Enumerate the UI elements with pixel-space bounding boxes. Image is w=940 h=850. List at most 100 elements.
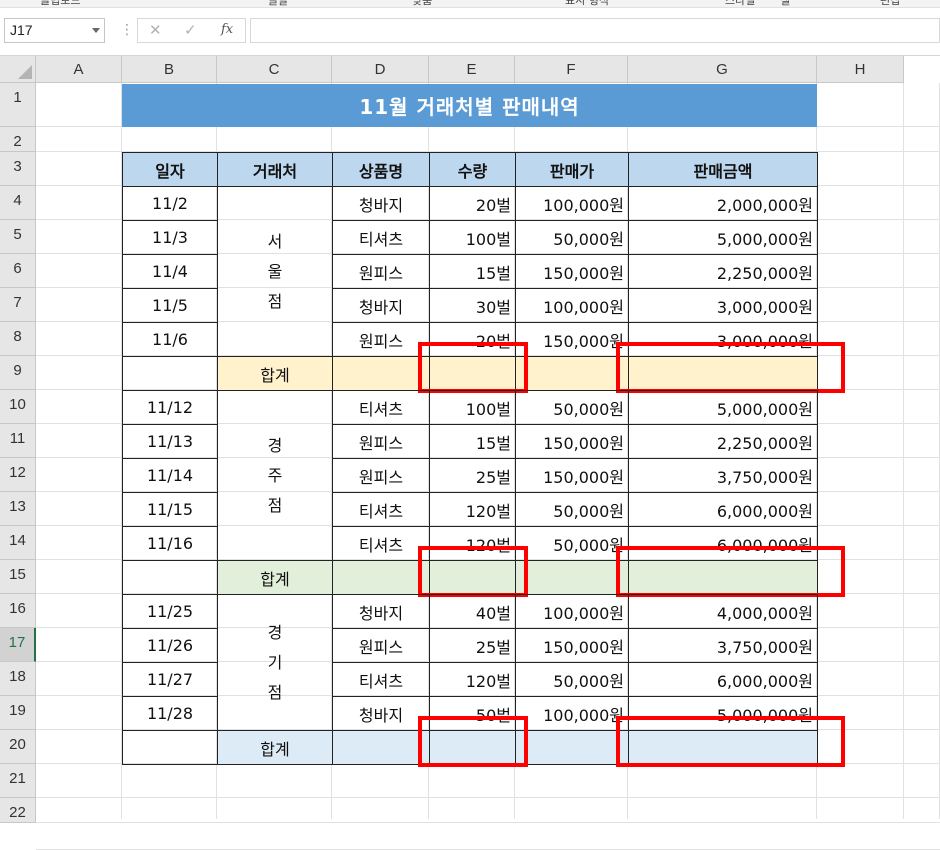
subtotal-cell[interactable] xyxy=(515,356,629,391)
product-cell[interactable]: 티셔츠 xyxy=(332,662,430,697)
price-cell[interactable]: 100,000원 xyxy=(515,696,629,731)
product-cell[interactable]: 청바지 xyxy=(332,594,430,629)
store-cell[interactable]: 서울점 xyxy=(217,186,333,357)
date-cell[interactable]: 11/6 xyxy=(122,322,218,357)
product-cell[interactable]: 원피스 xyxy=(332,458,430,493)
row-header-9[interactable]: 9 xyxy=(0,356,36,390)
table-header-5[interactable]: 판매금액 xyxy=(628,152,818,187)
table-header-3[interactable]: 수량 xyxy=(429,152,516,187)
row-header-7[interactable]: 7 xyxy=(0,288,36,322)
date-cell[interactable]: 11/12 xyxy=(122,390,218,425)
product-cell[interactable]: 청바지 xyxy=(332,288,430,323)
product-cell[interactable]: 원피스 xyxy=(332,424,430,459)
date-cell[interactable]: 11/3 xyxy=(122,220,218,255)
price-cell[interactable]: 150,000원 xyxy=(515,424,629,459)
table-header-4[interactable]: 판매가 xyxy=(515,152,629,187)
date-cell[interactable]: 11/28 xyxy=(122,696,218,731)
subtotal-empty-cell[interactable] xyxy=(122,560,218,595)
price-cell[interactable]: 150,000원 xyxy=(515,254,629,289)
column-header-d[interactable]: D xyxy=(332,56,429,83)
price-cell[interactable]: 150,000원 xyxy=(515,628,629,663)
date-cell[interactable]: 11/26 xyxy=(122,628,218,663)
quantity-cell[interactable]: 30벌 xyxy=(429,288,516,323)
column-header-a[interactable]: A xyxy=(36,56,122,83)
row-header-17[interactable]: 17 xyxy=(0,628,36,662)
product-cell[interactable]: 티셔츠 xyxy=(332,220,430,255)
subtotal-cell[interactable] xyxy=(332,730,430,765)
row-header-4[interactable]: 4 xyxy=(0,186,36,220)
date-cell[interactable]: 11/27 xyxy=(122,662,218,697)
table-header-0[interactable]: 일자 xyxy=(122,152,218,187)
spreadsheet-grid[interactable]: A B C D E F G H 1 2 3 4 5 6 7 8 9 10 11 12 13 14 15 16 17 18 19 20 2… xyxy=(0,56,940,850)
date-cell[interactable]: 11/14 xyxy=(122,458,218,493)
product-cell[interactable]: 원피스 xyxy=(332,628,430,663)
row-header-1[interactable]: 1 xyxy=(0,83,36,127)
column-header-g[interactable]: G xyxy=(628,56,817,83)
amount-cell[interactable]: 3,750,000원 xyxy=(628,458,818,493)
enter-icon[interactable]: ✓ xyxy=(184,21,197,39)
quantity-cell[interactable]: 25벌 xyxy=(429,628,516,663)
date-cell[interactable]: 11/4 xyxy=(122,254,218,289)
quantity-cell[interactable]: 25벌 xyxy=(429,458,516,493)
store-cell[interactable]: 경주점 xyxy=(217,390,333,561)
row-header-12[interactable]: 12 xyxy=(0,458,36,492)
price-cell[interactable]: 150,000원 xyxy=(515,458,629,493)
date-cell[interactable]: 11/25 xyxy=(122,594,218,629)
amount-cell[interactable]: 5,000,000원 xyxy=(628,390,818,425)
subtotal-label-cell[interactable]: 합계 xyxy=(217,560,333,595)
row-header-13[interactable]: 13 xyxy=(0,492,36,526)
row-header-20[interactable]: 20 xyxy=(0,730,36,764)
row-header-21[interactable]: 21 xyxy=(0,764,36,798)
column-header-h[interactable]: H xyxy=(817,56,904,83)
row-header-8[interactable]: 8 xyxy=(0,322,36,356)
price-cell[interactable]: 50,000원 xyxy=(515,662,629,697)
product-cell[interactable]: 청바지 xyxy=(332,696,430,731)
price-cell[interactable]: 50,000원 xyxy=(515,492,629,527)
row-header-2[interactable]: 2 xyxy=(0,127,36,152)
formula-input[interactable] xyxy=(250,18,940,43)
amount-cell[interactable]: 6,000,000원 xyxy=(628,492,818,527)
amount-cell[interactable]: 4,000,000원 xyxy=(628,594,818,629)
quantity-cell[interactable]: 120벌 xyxy=(429,662,516,697)
product-cell[interactable]: 원피스 xyxy=(332,254,430,289)
name-box[interactable]: J17 xyxy=(4,18,105,43)
column-header-f[interactable]: F xyxy=(515,56,628,83)
subtotal-label-cell[interactable]: 합계 xyxy=(217,730,333,765)
date-cell[interactable]: 11/16 xyxy=(122,526,218,561)
row-header-6[interactable]: 6 xyxy=(0,254,36,288)
amount-cell[interactable]: 2,250,000원 xyxy=(628,424,818,459)
column-header-c[interactable]: C xyxy=(217,56,332,83)
cancel-icon[interactable]: ✕ xyxy=(149,21,162,39)
date-cell[interactable]: 11/5 xyxy=(122,288,218,323)
row-header-11[interactable]: 11 xyxy=(0,424,36,458)
subtotal-cell[interactable] xyxy=(332,356,430,391)
product-cell[interactable]: 청바지 xyxy=(332,186,430,221)
row-header-10[interactable]: 10 xyxy=(0,390,36,424)
price-cell[interactable]: 50,000원 xyxy=(515,390,629,425)
table-header-1[interactable]: 거래처 xyxy=(217,152,333,187)
subtotal-cell[interactable] xyxy=(332,560,430,595)
date-cell[interactable]: 11/2 xyxy=(122,186,218,221)
price-cell[interactable]: 100,000원 xyxy=(515,288,629,323)
product-cell[interactable]: 원피스 xyxy=(332,322,430,357)
date-cell[interactable]: 11/13 xyxy=(122,424,218,459)
price-cell[interactable]: 100,000원 xyxy=(515,594,629,629)
price-cell[interactable]: 150,000원 xyxy=(515,322,629,357)
quantity-cell[interactable]: 15벌 xyxy=(429,424,516,459)
row-header-5[interactable]: 5 xyxy=(0,220,36,254)
product-cell[interactable]: 티셔츠 xyxy=(332,390,430,425)
quantity-cell[interactable]: 120벌 xyxy=(429,492,516,527)
price-cell[interactable]: 50,000원 xyxy=(515,526,629,561)
amount-cell[interactable]: 3,750,000원 xyxy=(628,628,818,663)
date-cell[interactable]: 11/15 xyxy=(122,492,218,527)
drag-handle-icon[interactable]: ⋮ xyxy=(120,22,134,38)
quantity-cell[interactable]: 40벌 xyxy=(429,594,516,629)
chevron-down-icon[interactable] xyxy=(92,28,100,33)
quantity-cell[interactable]: 100벌 xyxy=(429,220,516,255)
row-header-19[interactable]: 19 xyxy=(0,696,36,730)
subtotal-cell[interactable] xyxy=(515,730,629,765)
price-cell[interactable]: 100,000원 xyxy=(515,186,629,221)
quantity-cell[interactable]: 20벌 xyxy=(429,186,516,221)
column-header-e[interactable]: E xyxy=(429,56,515,83)
amount-cell[interactable]: 2,000,000원 xyxy=(628,186,818,221)
